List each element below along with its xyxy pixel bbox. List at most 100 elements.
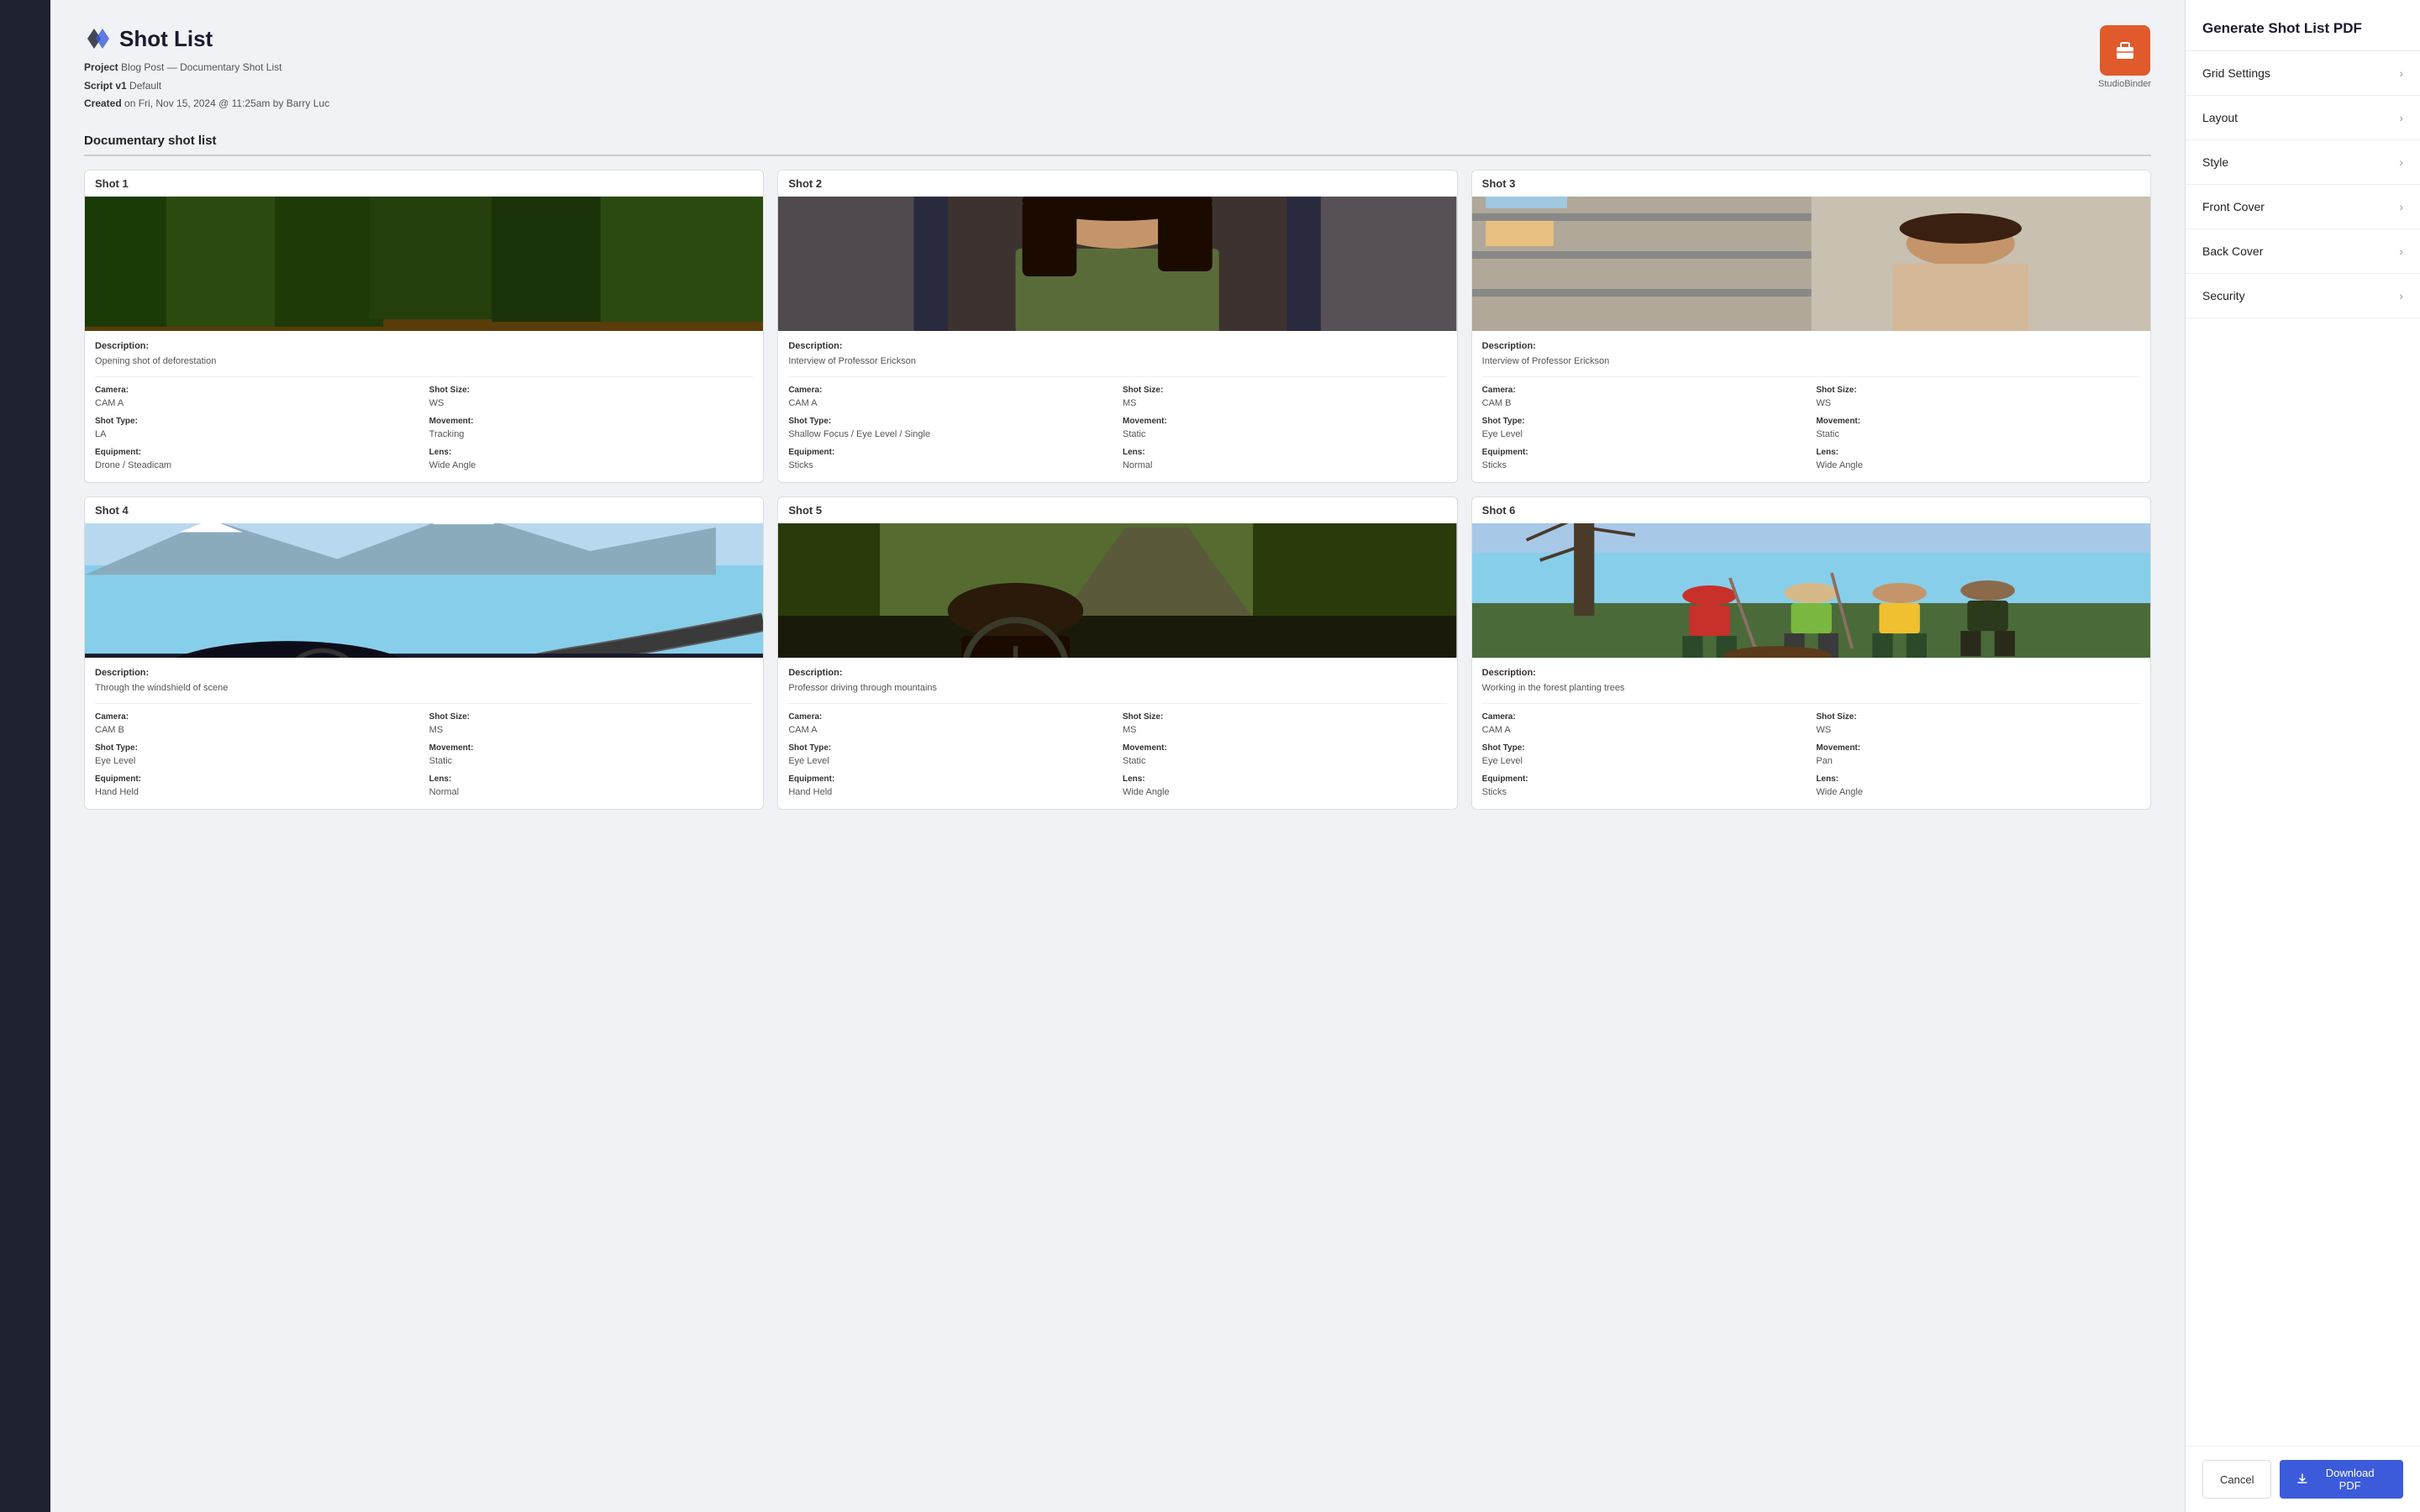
panel-item-style[interactable]: Style ›: [2186, 140, 2420, 185]
sb-briefcase-icon: [2112, 37, 2139, 64]
panel-item-label-front-cover: Front Cover: [2202, 200, 2265, 213]
project-value: Blog Post — Documentary Shot List: [121, 61, 281, 73]
movement-label: Movement:: [429, 743, 754, 753]
shot-type-label: Shot Type:: [788, 417, 1113, 426]
details-grid-2: Camera: CAM A Shot Size: MS Shot Type: S…: [788, 386, 1446, 472]
description-label: Description:: [1482, 341, 2140, 351]
shot-header-1: Shot 1: [85, 171, 763, 197]
cancel-button[interactable]: Cancel: [2202, 1460, 2271, 1499]
panel-item-label-security: Security: [2202, 289, 2245, 302]
description-text: Interview of Professor Erickson: [788, 356, 916, 366]
panel-item-security[interactable]: Security ›: [2186, 274, 2420, 318]
header: Shot List Project Blog Post — Documentar…: [84, 25, 2151, 113]
description-row-3: Description: Interview of Professor Eric…: [1482, 341, 2140, 377]
panel-header: Generate Shot List PDF: [2186, 0, 2420, 51]
created-value: on Fri, Nov 15, 2024 @ 11:25am by Barry …: [124, 97, 329, 109]
shot-image-6: [1472, 523, 2150, 658]
shot-card-5: Shot 5 Description:: [777, 496, 1457, 810]
shot-type-item: Shot Type: Eye Level: [1482, 743, 1807, 768]
equipment-item: Equipment: Hand Held: [95, 774, 419, 799]
equipment-value: Sticks: [1482, 787, 1507, 797]
panel-item-layout[interactable]: Layout ›: [2186, 96, 2420, 140]
description-row-6: Description: Working in the forest plant…: [1482, 668, 2140, 704]
lens-value: Normal: [1123, 460, 1152, 470]
sb-label: StudioBinder: [2098, 79, 2151, 89]
panel-item-grid-settings[interactable]: Grid Settings ›: [2186, 51, 2420, 96]
equipment-item: Equipment: Sticks: [1482, 448, 1807, 472]
shot-size-value: MS: [1123, 725, 1137, 735]
description-text: Opening shot of deforestation: [95, 356, 216, 366]
details-grid-5: Camera: CAM A Shot Size: MS Shot Type: E…: [788, 712, 1446, 799]
shot-size-label: Shot Size:: [1816, 386, 2140, 395]
shot-header-6: Shot 6: [1472, 497, 2150, 523]
equipment-label: Equipment:: [1482, 774, 1807, 784]
panel-item-back-cover[interactable]: Back Cover ›: [2186, 229, 2420, 274]
shotlist-logo-icon: [84, 25, 111, 52]
studiobinder-logo: StudioBinder: [2098, 25, 2151, 89]
right-panel: Generate Shot List PDF Grid Settings › L…: [2185, 0, 2420, 1512]
equipment-value: Drone / Steadicam: [95, 460, 171, 470]
shot-body-4: Description: Through the windshield of s…: [85, 658, 763, 809]
shot-type-item: Shot Type: Shallow Focus / Eye Level / S…: [788, 417, 1113, 441]
equipment-value: Sticks: [788, 460, 813, 470]
shot-card-4: Shot 4 Description:: [84, 496, 764, 810]
shot-header-4: Shot 4: [85, 497, 763, 523]
shot-size-item: Shot Size: MS: [1123, 712, 1447, 737]
equipment-value: Hand Held: [788, 787, 832, 797]
panel-item-label-layout: Layout: [2202, 111, 2238, 124]
description-text: Professor driving through mountains: [788, 683, 937, 693]
equipment-item: Equipment: Drone / Steadicam: [95, 448, 419, 472]
shot-image-2: [778, 197, 1456, 331]
shot-body-5: Description: Professor driving through m…: [778, 658, 1456, 809]
movement-value: Tracking: [429, 429, 465, 439]
shot-size-value: WS: [1816, 398, 1831, 408]
shot-size-label: Shot Size:: [1816, 712, 2140, 722]
shot-card-3: Shot 3: [1471, 170, 2151, 483]
shot-body-3: Description: Interview of Professor Eric…: [1472, 331, 2150, 482]
equipment-item: Equipment: Hand Held: [788, 774, 1113, 799]
lens-label: Lens:: [1816, 448, 2140, 457]
lens-item: Lens: Wide Angle: [429, 448, 754, 472]
shot-type-item: Shot Type: Eye Level: [95, 743, 419, 768]
lens-label: Lens:: [1123, 774, 1447, 784]
shot-type-label: Shot Type:: [95, 417, 419, 426]
shot-size-item: Shot Size: MS: [1123, 386, 1447, 410]
shot-type-value: Eye Level: [1482, 756, 1523, 766]
equipment-label: Equipment:: [95, 448, 419, 457]
details-grid-6: Camera: CAM A Shot Size: WS Shot Type: E…: [1482, 712, 2140, 799]
shot-type-item: Shot Type: Eye Level: [788, 743, 1113, 768]
movement-label: Movement:: [1816, 417, 2140, 426]
panel-item-front-cover[interactable]: Front Cover ›: [2186, 185, 2420, 229]
movement-value: Static: [1816, 429, 1839, 439]
equipment-label: Equipment:: [95, 774, 419, 784]
shot-type-value: LA: [95, 429, 106, 439]
movement-item: Movement: Static: [429, 743, 754, 768]
download-label: Download PDF: [2313, 1467, 2386, 1492]
shot-type-value: Eye Level: [95, 756, 135, 766]
description-label: Description:: [95, 668, 753, 678]
page-title: Shot List: [84, 25, 329, 52]
lens-item: Lens: Wide Angle: [1123, 774, 1447, 799]
shot-header-5: Shot 5: [778, 497, 1456, 523]
shot-size-item: Shot Size: MS: [429, 712, 754, 737]
script-label: Script v1: [84, 80, 127, 92]
script-value: Default: [129, 80, 161, 92]
panel-item-label-back-cover: Back Cover: [2202, 244, 2263, 258]
equipment-value: Hand Held: [95, 787, 139, 797]
camera-item: Camera: CAM A: [95, 386, 419, 410]
download-pdf-button[interactable]: Download PDF: [2280, 1460, 2403, 1499]
camera-label: Camera:: [95, 386, 419, 395]
description-label: Description:: [1482, 668, 2140, 678]
chevron-right-icon: ›: [2399, 244, 2403, 258]
shot-size-item: Shot Size: WS: [429, 386, 754, 410]
shot-type-item: Shot Type: Eye Level: [1482, 417, 1807, 441]
shot-card-1: Shot 1 Description: Opening shot of defo…: [84, 170, 764, 483]
lens-item: Lens: Wide Angle: [1816, 448, 2140, 472]
shot-header-3: Shot 3: [1472, 171, 2150, 197]
shot-size-value: MS: [1123, 398, 1137, 408]
shot-image-3: [1472, 197, 2150, 331]
project-label: Project: [84, 61, 118, 73]
sb-icon-box: [2100, 25, 2150, 76]
lens-value: Wide Angle: [1816, 460, 1863, 470]
movement-item: Movement: Static: [1123, 743, 1447, 768]
